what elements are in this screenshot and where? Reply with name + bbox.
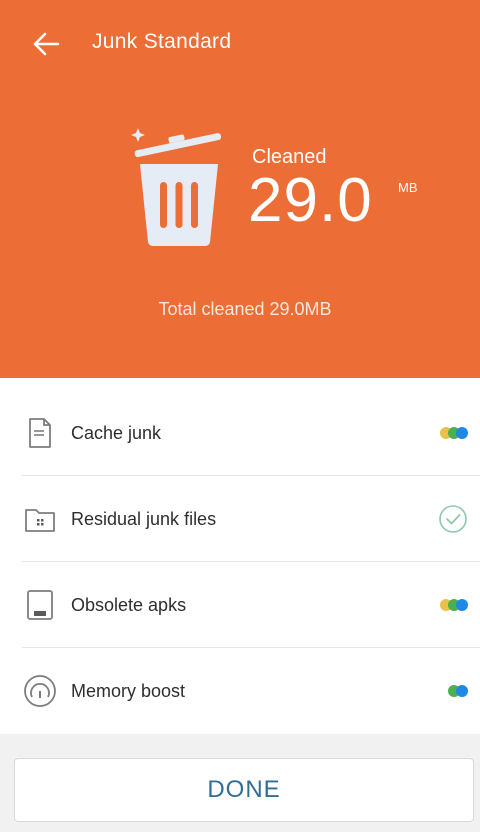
page-title: Junk Standard <box>92 30 232 53</box>
check-circle-icon <box>439 505 467 533</box>
list-item[interactable]: Obsolete apks <box>0 562 480 648</box>
scanning-dots-icon <box>440 427 468 439</box>
arrow-left-icon <box>33 32 60 56</box>
cleaned-value: 29.0 <box>248 166 373 235</box>
speedometer-icon <box>22 673 58 709</box>
list-item[interactable]: Residual junk files <box>0 476 480 562</box>
memory-boost-label: Memory boost <box>71 680 186 701</box>
trash-can-icon <box>131 128 222 246</box>
cache-junk-label: Cache junk <box>71 422 162 443</box>
header: Junk Standard Cleaned 29.0 MB Total clea… <box>0 0 480 378</box>
list-item[interactable]: Memory boost <box>0 648 480 734</box>
document-icon <box>22 415 58 451</box>
done-button[interactable]: DONE <box>14 758 474 822</box>
residual-junk-files-label: Residual junk files <box>71 508 217 529</box>
tablet-icon <box>22 587 58 623</box>
total-cleaned-text: Total cleaned 29.0MB <box>158 299 332 319</box>
obsolete-apks-label: Obsolete apks <box>71 594 187 615</box>
folder-icon <box>22 501 58 537</box>
scanning-dots-icon <box>440 599 468 611</box>
junk-list: Cache junk Residual junk files Obsolete … <box>0 378 480 734</box>
cleaned-unit: MB <box>398 180 418 195</box>
back-button[interactable] <box>28 26 64 62</box>
list-item[interactable]: Cache junk <box>0 390 480 476</box>
footer: DONE <box>0 734 480 832</box>
scanning-dots-icon <box>448 685 468 697</box>
